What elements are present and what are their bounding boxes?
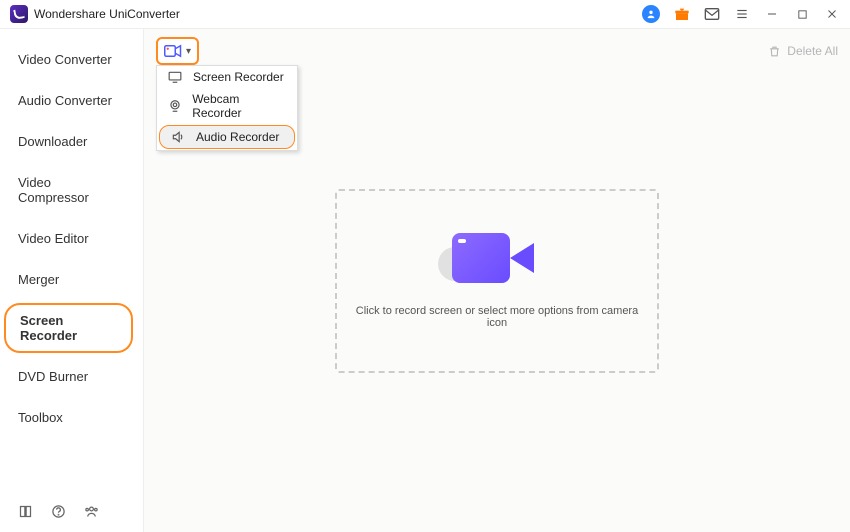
menu-item-webcam-recorder[interactable]: Webcam Recorder <box>157 88 297 124</box>
app-logo-icon <box>10 5 28 23</box>
menu-item-audio-recorder[interactable]: Audio Recorder <box>159 125 295 149</box>
app-body: Video Converter Audio Converter Download… <box>0 29 850 532</box>
titlebar-actions <box>642 5 840 23</box>
menu-item-label: Screen Recorder <box>193 70 284 84</box>
sidebar-item-audio-converter[interactable]: Audio Converter <box>0 83 143 118</box>
sidebar-item-video-editor[interactable]: Video Editor <box>0 221 143 256</box>
delete-all-label: Delete All <box>787 44 838 58</box>
sidebar-item-toolbox[interactable]: Toolbox <box>0 400 143 435</box>
sidebar: Video Converter Audio Converter Download… <box>0 29 144 532</box>
app-window: Wondershare UniConverter <box>0 0 850 532</box>
menu-icon[interactable] <box>734 6 750 22</box>
gift-icon[interactable] <box>674 6 690 22</box>
mail-icon[interactable] <box>704 6 720 22</box>
sidebar-item-video-converter[interactable]: Video Converter <box>0 42 143 77</box>
sidebar-footer <box>18 504 99 522</box>
menu-item-screen-recorder[interactable]: Screen Recorder <box>157 66 297 88</box>
close-icon[interactable] <box>824 6 840 22</box>
titlebar: Wondershare UniConverter <box>0 0 850 29</box>
community-icon[interactable] <box>84 504 99 522</box>
camera-large-icon <box>452 233 542 283</box>
trash-icon <box>768 45 781 58</box>
sidebar-item-screen-recorder[interactable]: Screen Recorder <box>4 303 133 353</box>
menu-item-label: Webcam Recorder <box>192 92 287 120</box>
help-icon[interactable] <box>51 504 66 522</box>
recorder-type-dropdown[interactable]: ▾ <box>156 37 199 65</box>
main-content: ▾ Delete All Screen Recorder <box>144 29 850 532</box>
minimize-icon[interactable] <box>764 6 780 22</box>
toolbar: ▾ Delete All <box>156 37 838 65</box>
audio-icon <box>170 130 186 144</box>
webcam-icon <box>167 99 182 113</box>
guide-icon[interactable] <box>18 504 33 522</box>
sidebar-item-video-compressor[interactable]: Video Compressor <box>0 165 143 215</box>
camera-icon <box>164 44 182 58</box>
menu-item-label: Audio Recorder <box>196 130 279 144</box>
record-dropzone[interactable]: Click to record screen or select more op… <box>335 189 659 373</box>
screen-icon <box>167 71 183 83</box>
sidebar-item-downloader[interactable]: Downloader <box>0 124 143 159</box>
sidebar-item-merger[interactable]: Merger <box>0 262 143 297</box>
dropzone-hint: Click to record screen or select more op… <box>337 305 657 329</box>
account-icon[interactable] <box>642 5 660 23</box>
maximize-icon[interactable] <box>794 6 810 22</box>
sidebar-item-dvd-burner[interactable]: DVD Burner <box>0 359 143 394</box>
recorder-type-menu: Screen Recorder Webcam Recorder Audio Re… <box>156 65 298 151</box>
delete-all-button[interactable]: Delete All <box>768 44 838 58</box>
app-title: Wondershare UniConverter <box>34 7 180 21</box>
chevron-down-icon: ▾ <box>186 46 191 57</box>
